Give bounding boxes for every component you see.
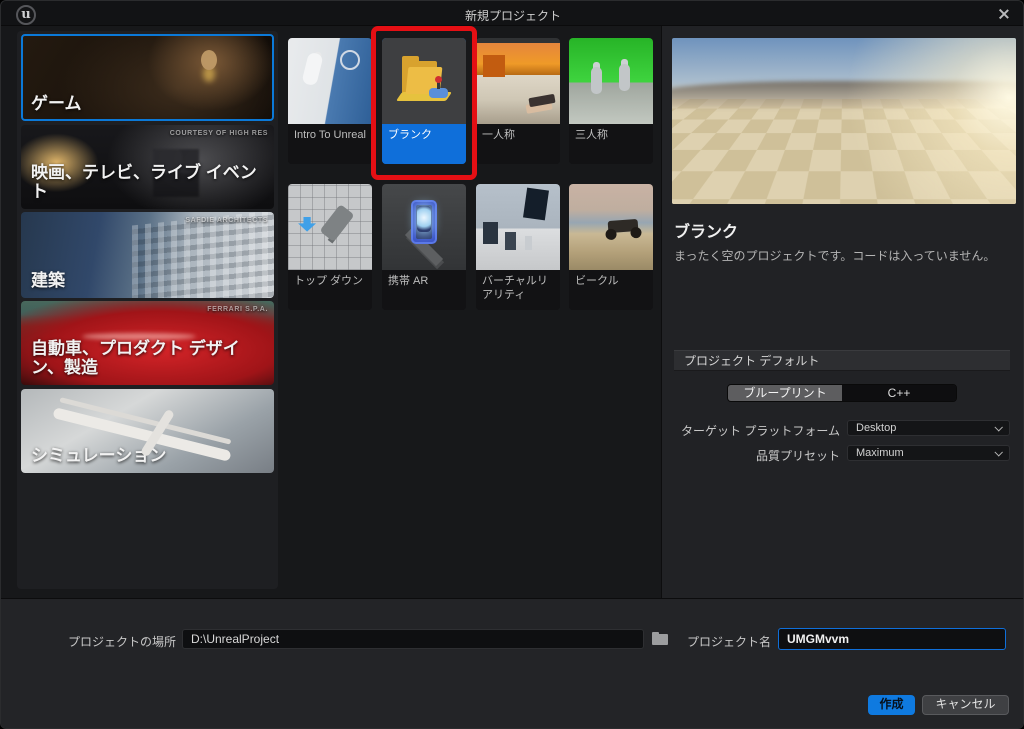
template-thumbnail <box>569 184 653 270</box>
template-label: 三人称 <box>569 124 653 164</box>
new-project-dialog: u 新規プロジェクト ゲーム COURTESY OF HIGH RES 映画、テ… <box>0 0 1024 729</box>
blank-folder-icon <box>397 55 451 101</box>
template-virtual-reality[interactable]: バーチャルリアリティ <box>476 184 560 310</box>
category-film-tv-live-events[interactable]: COURTESY OF HIGH RES 映画、テレビ、ライブ イベント <box>21 125 274 209</box>
category-panel: ゲーム COURTESY OF HIGH RES 映画、テレビ、ライブ イベント… <box>17 31 278 589</box>
template-label: Intro To Unreal <box>288 124 372 164</box>
template-vehicle[interactable]: ビークル <box>569 184 653 310</box>
template-thumbnail <box>569 38 653 124</box>
template-top-down[interactable]: トップ ダウン <box>288 184 372 310</box>
category-simulation[interactable]: シミュレーション <box>21 389 274 473</box>
template-label: ビークル <box>569 270 653 310</box>
category-automotive-product-design[interactable]: FERRARI S.P.A. 自動車、プロダクト デザイン、製造 <box>21 301 274 385</box>
template-thumbnail <box>382 38 466 124</box>
category-games[interactable]: ゲーム <box>21 34 274 121</box>
template-third-person[interactable]: 三人称 <box>569 38 653 164</box>
category-label: 建築 <box>31 271 73 291</box>
ar-phone-icon <box>411 200 437 244</box>
footer-bar: プロジェクトの場所 プロジェクト名 作成 キャンセル <box>1 598 1024 729</box>
template-thumbnail <box>476 38 560 124</box>
detail-panel: ブランク まったく空のプロジェクトです。コードは入っていません。 プロジェクト … <box>661 26 1024 598</box>
template-label: ブランク <box>382 124 466 164</box>
quality-preset-dropdown[interactable]: Maximum <box>847 445 1010 461</box>
category-architecture[interactable]: SAFDIE ARCHITECTS 建築 <box>21 212 274 298</box>
category-label: シミュレーション <box>31 446 174 466</box>
cpp-toggle-button[interactable]: C++ <box>842 385 956 401</box>
chevron-down-icon <box>994 423 1002 431</box>
template-blank[interactable]: ブランク <box>382 38 466 164</box>
template-detail-description: まったく空のプロジェクトです。コードは入っていません。 <box>674 247 1014 264</box>
template-label: トップ ダウン <box>288 270 372 310</box>
image-credit: FERRARI S.P.A. <box>207 306 268 313</box>
target-platform-dropdown[interactable]: Desktop <box>847 420 1010 436</box>
project-location-input[interactable] <box>182 629 644 649</box>
quality-preset-value: Maximum <box>856 447 904 459</box>
project-defaults-header: プロジェクト デフォルト <box>674 350 1010 371</box>
chevron-down-icon <box>994 448 1002 456</box>
implementation-toggle: ブループリント C++ <box>727 384 957 402</box>
vehicle-buggy-icon <box>607 219 638 233</box>
image-credit: COURTESY OF HIGH RES <box>170 130 268 137</box>
title-bar: u 新規プロジェクト <box>1 1 1024 26</box>
category-label: ゲーム <box>31 94 90 114</box>
template-label: バーチャルリアリティ <box>476 270 560 310</box>
project-name-input[interactable] <box>778 628 1006 650</box>
project-name-label: プロジェクト名 <box>661 633 771 650</box>
create-button[interactable]: 作成 <box>868 695 915 715</box>
template-preview-image <box>672 38 1016 204</box>
template-thumbnail <box>476 184 560 270</box>
template-handheld-ar[interactable]: 携帯 AR <box>382 184 466 310</box>
close-icon[interactable] <box>997 7 1011 21</box>
template-thumbnail <box>288 184 372 270</box>
template-detail-title: ブランク <box>674 218 738 242</box>
template-first-person[interactable]: 一人称 <box>476 38 560 164</box>
preview-sun-glow <box>672 38 1016 204</box>
template-intro-to-unreal[interactable]: Intro To Unreal <box>288 38 372 164</box>
target-platform-label: ターゲット プラットフォーム <box>662 422 840 439</box>
quality-preset-label: 品質プリセット <box>662 447 840 464</box>
blueprint-toggle-button[interactable]: ブループリント <box>728 385 842 401</box>
image-credit: SAFDIE ARCHITECTS <box>185 217 268 224</box>
project-location-label: プロジェクトの場所 <box>21 633 176 650</box>
cancel-button[interactable]: キャンセル <box>922 695 1009 715</box>
category-label: 自動車、プロダクト デザイン、製造 <box>31 339 274 378</box>
template-label: 一人称 <box>476 124 560 164</box>
dialog-title: 新規プロジェクト <box>1 7 1024 24</box>
template-label: 携帯 AR <box>382 270 466 310</box>
category-label: 映画、テレビ、ライブ イベント <box>31 163 274 202</box>
target-platform-value: Desktop <box>856 422 896 434</box>
template-thumbnail <box>382 184 466 270</box>
template-thumbnail <box>288 38 372 124</box>
